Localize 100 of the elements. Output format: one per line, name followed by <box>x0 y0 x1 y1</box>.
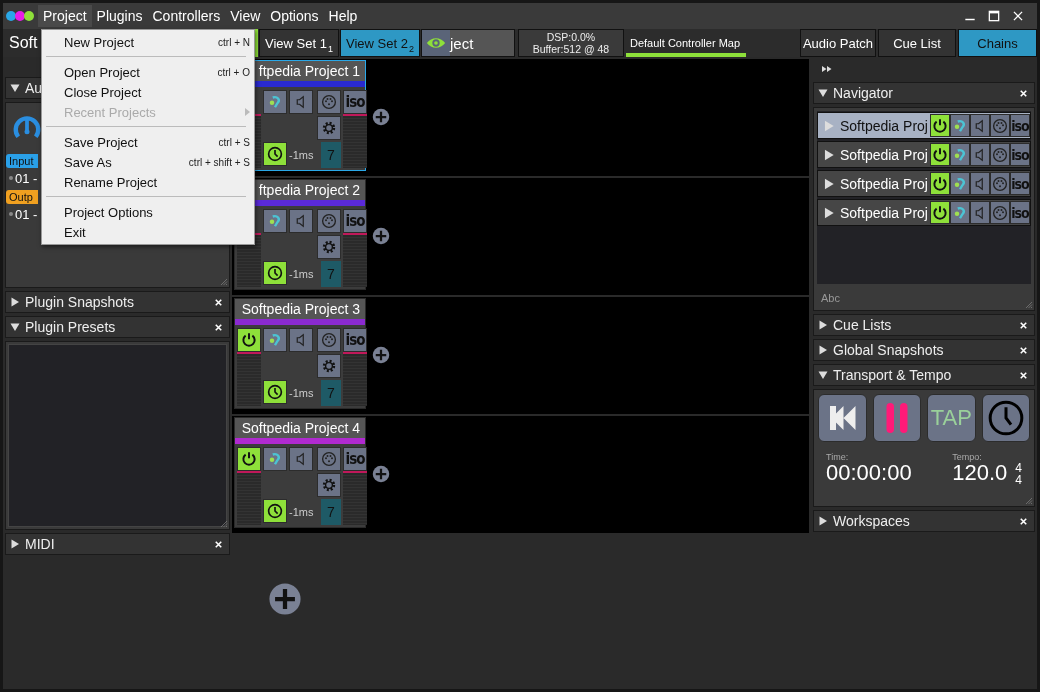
midi-button[interactable] <box>317 209 341 233</box>
panel-header[interactable]: Workspaces <box>813 510 1035 532</box>
latency-button[interactable] <box>263 261 287 285</box>
route-button[interactable] <box>949 172 970 195</box>
route-button[interactable] <box>263 90 287 114</box>
power-button[interactable] <box>929 114 950 137</box>
close-icon[interactable] <box>1018 87 1029 99</box>
menu-item[interactable]: New Project ctrl + N <box>42 32 254 52</box>
menu-bar-item[interactable]: View <box>225 5 266 27</box>
iso-button[interactable]: iso <box>1009 201 1030 224</box>
collapse-triangle-icon[interactable] <box>817 369 829 381</box>
iso-button[interactable]: iso <box>343 328 367 352</box>
menu-bar-item[interactable]: Options <box>265 5 324 27</box>
iso-button[interactable]: iso <box>1009 172 1030 195</box>
iso-button[interactable]: iso <box>1009 114 1030 137</box>
settings-button[interactable] <box>317 473 341 497</box>
midi-button[interactable] <box>989 143 1010 166</box>
midi-button[interactable] <box>317 447 341 471</box>
panel-header[interactable]: Plugin Snapshots <box>5 291 230 313</box>
expand-triangle-icon[interactable] <box>822 176 836 191</box>
power-button[interactable] <box>237 328 261 352</box>
view-set-tab[interactable]: View Set 1$_{1}$ <box>259 29 339 57</box>
close-icon[interactable] <box>213 538 224 550</box>
route-button[interactable] <box>263 209 287 233</box>
channel-number: 7 <box>321 380 341 406</box>
route-button[interactable] <box>263 328 287 352</box>
latency-button[interactable] <box>263 142 287 166</box>
expand-triangle-icon[interactable] <box>817 515 829 527</box>
panel-header[interactable]: Transport & Tempo <box>813 364 1035 386</box>
close-icon[interactable] <box>1018 344 1029 356</box>
navigator-row[interactable]: Softpedia Proj iso <box>817 112 1031 139</box>
collapse-triangle-icon[interactable] <box>9 82 21 94</box>
view-set-tab[interactable]: View Set 2$_{2}$ <box>340 29 420 57</box>
add-plugin-icon[interactable] <box>372 227 390 245</box>
close-icon[interactable] <box>1018 369 1029 381</box>
expand-triangle-icon[interactable] <box>822 205 836 220</box>
expand-triangle-icon[interactable] <box>817 319 829 331</box>
iso-button[interactable]: iso <box>343 90 367 114</box>
panel-header[interactable]: Cue Lists <box>813 314 1035 336</box>
settings-button[interactable] <box>317 235 341 259</box>
latency-button[interactable] <box>263 380 287 404</box>
expand-triangle-icon[interactable] <box>9 538 21 550</box>
close-icon[interactable] <box>213 296 224 308</box>
panel-header[interactable]: Plugin Presets <box>5 316 230 338</box>
rewind-button[interactable] <box>818 394 867 442</box>
midi-button[interactable] <box>989 172 1010 195</box>
chain-strip[interactable]: Softpedia Project 4 iso -1ms 7 <box>234 417 366 528</box>
filter-field[interactable]: Abc <box>817 284 945 310</box>
add-chain-icon[interactable] <box>268 582 302 616</box>
close-icon[interactable] <box>1018 515 1029 527</box>
power-button[interactable] <box>929 201 950 224</box>
chain-strip[interactable]: Softpedia Project 3 iso -1ms 7 <box>234 298 366 409</box>
expand-triangle-icon[interactable] <box>9 296 21 308</box>
power-button[interactable] <box>929 143 950 166</box>
midi-button[interactable] <box>989 114 1010 137</box>
view-button[interactable]: Audio Patch <box>800 29 876 57</box>
collapse-triangle-icon[interactable] <box>9 321 21 333</box>
menu-bar-item[interactable]: Help <box>323 5 363 27</box>
view-button[interactable]: Chains <box>958 29 1037 57</box>
add-plugin-icon[interactable] <box>372 346 390 364</box>
close-icon[interactable] <box>1011 9 1025 23</box>
add-plugin-icon[interactable] <box>372 465 390 483</box>
settings-button[interactable] <box>317 354 341 378</box>
expand-sidebar-icon[interactable] <box>821 63 833 75</box>
menu-bar-item[interactable]: Controllers <box>147 5 226 27</box>
expand-triangle-icon[interactable] <box>817 344 829 356</box>
route-button[interactable] <box>949 201 970 224</box>
chain-strip[interactable]: ftpedia Project 2 iso -1ms 7 <box>234 179 366 290</box>
close-icon[interactable] <box>1018 319 1029 331</box>
panel-header[interactable]: MIDI <box>5 533 230 555</box>
panel-header[interactable]: Global Snapshots <box>813 339 1035 361</box>
level-meter <box>343 471 367 525</box>
midi-button[interactable] <box>317 328 341 352</box>
settings-button[interactable] <box>317 116 341 140</box>
expand-triangle-icon[interactable] <box>822 147 836 162</box>
clock-button[interactable] <box>981 394 1030 442</box>
route-button[interactable] <box>263 447 287 471</box>
navigator-row[interactable]: Softpedia Proj iso <box>817 170 1031 197</box>
route-button[interactable] <box>949 114 970 137</box>
navigator-row[interactable]: Softpedia Proj iso <box>817 199 1031 226</box>
power-button[interactable] <box>237 447 261 471</box>
midi-button[interactable] <box>317 90 341 114</box>
power-button[interactable] <box>929 172 950 195</box>
iso-button[interactable]: iso <box>343 447 367 471</box>
latency-button[interactable] <box>263 499 287 523</box>
play-pause-button[interactable] <box>872 394 921 442</box>
menu-bar-item[interactable]: Project <box>38 5 92 27</box>
midi-button[interactable] <box>989 201 1010 224</box>
add-plugin-icon[interactable] <box>372 108 390 126</box>
menu-bar-item[interactable]: Plugins <box>91 5 148 27</box>
close-icon[interactable] <box>213 321 224 333</box>
collapse-triangle-icon[interactable] <box>817 87 829 99</box>
project-name-field[interactable]: ject <box>421 29 515 57</box>
iso-button[interactable]: iso <box>1009 143 1030 166</box>
route-button[interactable] <box>949 143 970 166</box>
navigator-row[interactable]: Softpedia Proj iso <box>817 141 1031 168</box>
view-button[interactable]: Cue List <box>878 29 956 57</box>
maximize-icon[interactable] <box>987 9 1001 23</box>
iso-button[interactable]: iso <box>343 209 367 233</box>
panel-header[interactable]: Navigator <box>813 82 1035 104</box>
